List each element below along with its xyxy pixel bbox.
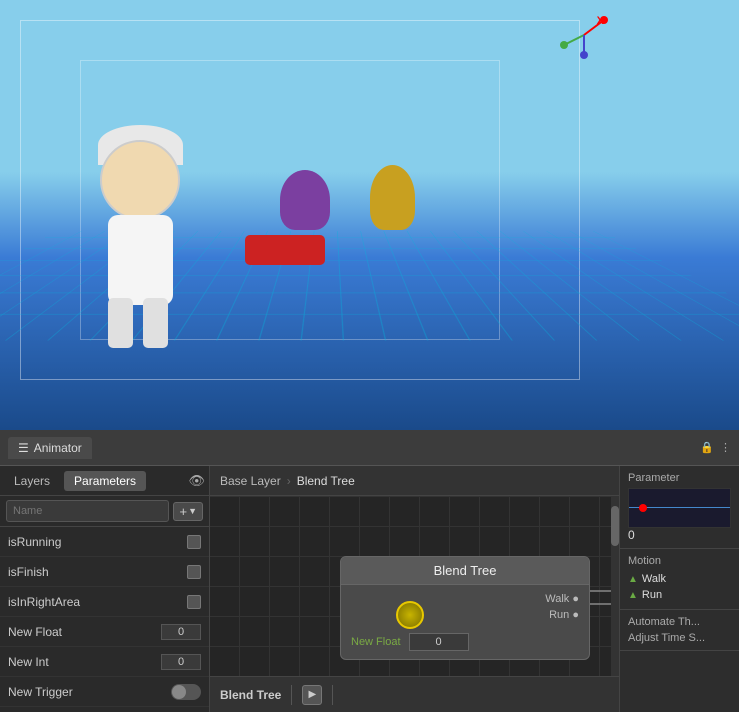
blend-tree-info-bar: Blend Tree ▶ <box>210 676 619 712</box>
breadcrumb-blend-tree[interactable]: Blend Tree <box>297 474 355 488</box>
viewport: X <box>0 0 739 430</box>
red-object <box>245 235 325 265</box>
parameter-graph <box>628 488 731 528</box>
motion-item-walk: ▲ Walk <box>628 571 731 587</box>
param-name-isFinish: isFinish <box>8 565 187 579</box>
separator-2 <box>332 685 333 705</box>
graph-panel: Base Layer › Blend Tree Blend Tree Walk … <box>210 466 619 712</box>
tab-layers[interactable]: Layers <box>4 471 60 491</box>
param-checkbox-isRunning[interactable] <box>187 535 201 549</box>
left-panel: Layers Parameters 👁 + ▼ isRunning <box>0 466 210 712</box>
play-button[interactable]: ▶ <box>302 685 322 705</box>
automate-threshold: Automate Th... <box>628 616 731 628</box>
param-item-isInRightArea: isInRightArea <box>0 587 209 617</box>
char-head <box>100 140 180 220</box>
motion-arrow-walk: ▲ <box>628 574 638 585</box>
param-value-NewFloat[interactable] <box>161 624 201 640</box>
motion-item-run: ▲ Run <box>628 587 731 603</box>
param-item-NewTrigger: New Trigger <box>0 677 209 707</box>
param-item-NewInt: New Int <box>0 647 209 677</box>
character <box>80 130 200 330</box>
blend-tree-info-label: Blend Tree <box>220 688 281 702</box>
char-leg-left <box>108 298 133 348</box>
search-input[interactable] <box>6 500 169 522</box>
param-item-NewFloat: New Float <box>0 617 209 647</box>
animator-icon: ☰ <box>18 441 29 455</box>
lock-icon[interactable]: 🔒 <box>700 441 714 454</box>
scrollbar-right[interactable] <box>611 496 619 676</box>
chevron-icon: ▼ <box>188 506 197 516</box>
animator-title-tab[interactable]: ☰ Animator <box>8 437 92 459</box>
animator-bar: ☰ Animator 🔒 ⋮ Layers Parameters 👁 + ▼ <box>0 430 739 712</box>
breadcrumb: Base Layer › Blend Tree <box>210 466 619 496</box>
node-output-run: Run ● <box>351 609 579 621</box>
parameter-title: Parameter <box>628 472 731 484</box>
param-item-isFinish: isFinish <box>0 557 209 587</box>
motion-arrow-run: ▲ <box>628 590 638 601</box>
node-output-walk: Walk ● <box>351 593 579 605</box>
param-checkbox-isInRightArea[interactable] <box>187 595 201 609</box>
animator-header: ☰ Animator 🔒 ⋮ <box>0 430 739 466</box>
graph-canvas[interactable]: Blend Tree Walk ● Run ● New Float <box>210 496 619 676</box>
param-name-NewFloat: New Float <box>8 625 161 639</box>
add-parameter-button[interactable]: + ▼ <box>173 502 203 521</box>
animator-body: Layers Parameters 👁 + ▼ isRunning <box>0 466 739 712</box>
motion-title: Motion <box>628 555 731 567</box>
adjust-time: Adjust Time S... <box>628 632 731 644</box>
yellow-object <box>370 165 415 230</box>
parameter-section: Parameter 0 <box>620 466 739 549</box>
scrollbar-thumb[interactable] <box>611 506 619 546</box>
motion-section: Motion ▲ Walk ▲ Run <box>620 549 739 610</box>
animator-title: Animator <box>34 441 82 455</box>
tab-parameters[interactable]: Parameters <box>64 471 146 491</box>
parameter-value: 0 <box>628 528 731 542</box>
blend-tree-input-field[interactable] <box>409 633 469 651</box>
param-checkbox-isFinish[interactable] <box>187 565 201 579</box>
param-toggle-NewTrigger[interactable] <box>171 684 201 700</box>
char-body <box>108 215 173 305</box>
gizmo[interactable]: X <box>559 10 609 60</box>
char-legs <box>108 298 173 348</box>
motion-name-run: Run <box>642 589 662 601</box>
node-header: Blend Tree <box>341 557 589 585</box>
purple-object <box>280 170 330 230</box>
node-body: Walk ● Run ● <box>341 585 589 629</box>
param-name-NewTrigger: New Trigger <box>8 685 171 699</box>
node-input-area: New Float <box>341 629 589 659</box>
search-row: + ▼ <box>0 496 209 527</box>
breadcrumb-arrow: › <box>287 474 291 488</box>
param-name-isRunning: isRunning <box>8 535 187 549</box>
node-circle <box>396 601 424 629</box>
add-icon: + <box>179 504 187 519</box>
breadcrumb-base-layer[interactable]: Base Layer <box>220 474 281 488</box>
right-panel: Parameter 0 Motion ▲ Walk ▲ Run <box>619 466 739 712</box>
char-leg-right <box>143 298 168 348</box>
param-list: isRunning isFinish isInRightArea New Flo… <box>0 527 209 712</box>
param-name-NewInt: New Int <box>8 655 161 669</box>
graph-dot <box>639 504 647 512</box>
gizmo-x-label: X <box>597 15 604 27</box>
eye-icon[interactable]: 👁 <box>188 473 205 489</box>
param-item-isRunning: isRunning <box>0 527 209 557</box>
automate-section: Automate Th... Adjust Time S... <box>620 610 739 651</box>
blend-tree-node[interactable]: Blend Tree Walk ● Run ● New Float <box>340 556 590 660</box>
param-value-NewInt[interactable] <box>161 654 201 670</box>
blend-tree-node-title: Blend Tree <box>434 563 497 578</box>
menu-icon[interactable]: ⋮ <box>720 441 731 454</box>
param-name-isInRightArea: isInRightArea <box>8 595 187 609</box>
new-float-label[interactable]: New Float <box>351 636 401 648</box>
tabs-row: Layers Parameters 👁 <box>0 466 209 496</box>
motion-name-walk: Walk <box>642 573 666 585</box>
separator <box>291 685 292 705</box>
